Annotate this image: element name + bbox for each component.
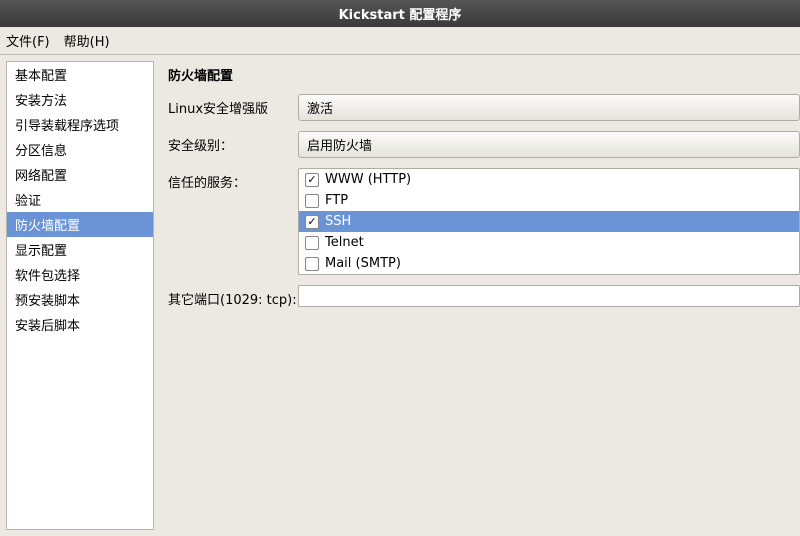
- sidebar-item-1[interactable]: 安装方法: [7, 87, 153, 112]
- row-other-ports: 其它端口(1029: tcp):: [168, 285, 800, 308]
- service-label: FTP: [325, 193, 348, 208]
- checkbox-icon[interactable]: [305, 194, 319, 208]
- sidebar-item-label: 安装后脚本: [15, 319, 80, 334]
- sidebar-item-label: 防火墙配置: [15, 219, 80, 234]
- service-label: SSH: [325, 214, 351, 229]
- selinux-label: Linux安全增强版: [168, 94, 298, 117]
- sidebar-item-label: 安装方法: [15, 94, 67, 109]
- trusted-services-control: ✓ WWW (HTTP) FTP ✓ SSH Telnet Mail (SMTP): [298, 168, 800, 275]
- row-security-level: 安全级别： 启用防火墙: [168, 131, 800, 158]
- content-title: 防火墙配置: [168, 65, 800, 84]
- sidebar-item-label: 软件包选择: [15, 269, 80, 284]
- sidebar-item-8[interactable]: 软件包选择: [7, 262, 153, 287]
- service-label: WWW (HTTP): [325, 172, 411, 187]
- sidebar-item-5[interactable]: 验证: [7, 187, 153, 212]
- row-selinux: Linux安全增强版 激活: [168, 94, 800, 121]
- checkbox-icon[interactable]: ✓: [305, 215, 319, 229]
- sidebar-item-3[interactable]: 分区信息: [7, 137, 153, 162]
- window-title: Kickstart 配置程序: [339, 8, 462, 23]
- security-level-value: 启用防火墙: [307, 139, 372, 154]
- service-label: Mail (SMTP): [325, 256, 401, 271]
- row-trusted-services: 信任的服务： ✓ WWW (HTTP) FTP ✓ SSH Telnet Mail (SMT…: [168, 168, 800, 275]
- main-area: 基本配置安装方法引导装载程序选项分区信息网络配置验证防火墙配置显示配置软件包选择…: [0, 55, 800, 536]
- security-level-label: 安全级别：: [168, 131, 298, 154]
- selinux-dropdown[interactable]: 激活: [298, 94, 800, 121]
- sidebar-item-label: 显示配置: [15, 244, 67, 259]
- sidebar-item-label: 网络配置: [15, 169, 67, 184]
- content-panel: 防火墙配置 Linux安全增强版 激活 安全级别： 启用防火墙 信任的服务： ✓…: [154, 55, 800, 536]
- other-ports-control: [298, 285, 800, 307]
- service-label: Telnet: [325, 235, 364, 250]
- sidebar-item-label: 验证: [15, 194, 41, 209]
- sidebar-item-label: 分区信息: [15, 144, 67, 159]
- checkbox-icon[interactable]: [305, 257, 319, 271]
- sidebar-item-10[interactable]: 安装后脚本: [7, 312, 153, 337]
- sidebar-item-6[interactable]: 防火墙配置: [7, 212, 153, 237]
- service-row-1[interactable]: FTP: [299, 190, 799, 211]
- sidebar-item-7[interactable]: 显示配置: [7, 237, 153, 262]
- service-row-4[interactable]: Mail (SMTP): [299, 253, 799, 274]
- trusted-services-label: 信任的服务：: [168, 168, 298, 191]
- sidebar-item-9[interactable]: 预安装脚本: [7, 287, 153, 312]
- sidebar: 基本配置安装方法引导装载程序选项分区信息网络配置验证防火墙配置显示配置软件包选择…: [6, 61, 154, 530]
- sidebar-item-label: 引导装载程序选项: [15, 119, 119, 134]
- checkbox-icon[interactable]: ✓: [305, 173, 319, 187]
- service-row-3[interactable]: Telnet: [299, 232, 799, 253]
- menu-file[interactable]: 文件(F): [6, 31, 50, 50]
- checkbox-icon[interactable]: [305, 236, 319, 250]
- sidebar-item-4[interactable]: 网络配置: [7, 162, 153, 187]
- service-row-0[interactable]: ✓ WWW (HTTP): [299, 169, 799, 190]
- sidebar-item-0[interactable]: 基本配置: [7, 62, 153, 87]
- sidebar-item-2[interactable]: 引导装载程序选项: [7, 112, 153, 137]
- selinux-control: 激活: [298, 94, 800, 121]
- selinux-value: 激活: [307, 102, 333, 117]
- service-row-2[interactable]: ✓ SSH: [299, 211, 799, 232]
- security-level-control: 启用防火墙: [298, 131, 800, 158]
- sidebar-item-label: 基本配置: [15, 69, 67, 84]
- other-ports-label: 其它端口(1029: tcp):: [168, 285, 298, 308]
- menu-help[interactable]: 帮助(H): [64, 31, 110, 50]
- sidebar-item-label: 预安装脚本: [15, 294, 80, 309]
- other-ports-input[interactable]: [298, 285, 800, 307]
- security-level-dropdown[interactable]: 启用防火墙: [298, 131, 800, 158]
- menubar: 文件(F) 帮助(H): [0, 27, 800, 55]
- trusted-services-list: ✓ WWW (HTTP) FTP ✓ SSH Telnet Mail (SMTP): [298, 168, 800, 275]
- window-titlebar: Kickstart 配置程序: [0, 0, 800, 27]
